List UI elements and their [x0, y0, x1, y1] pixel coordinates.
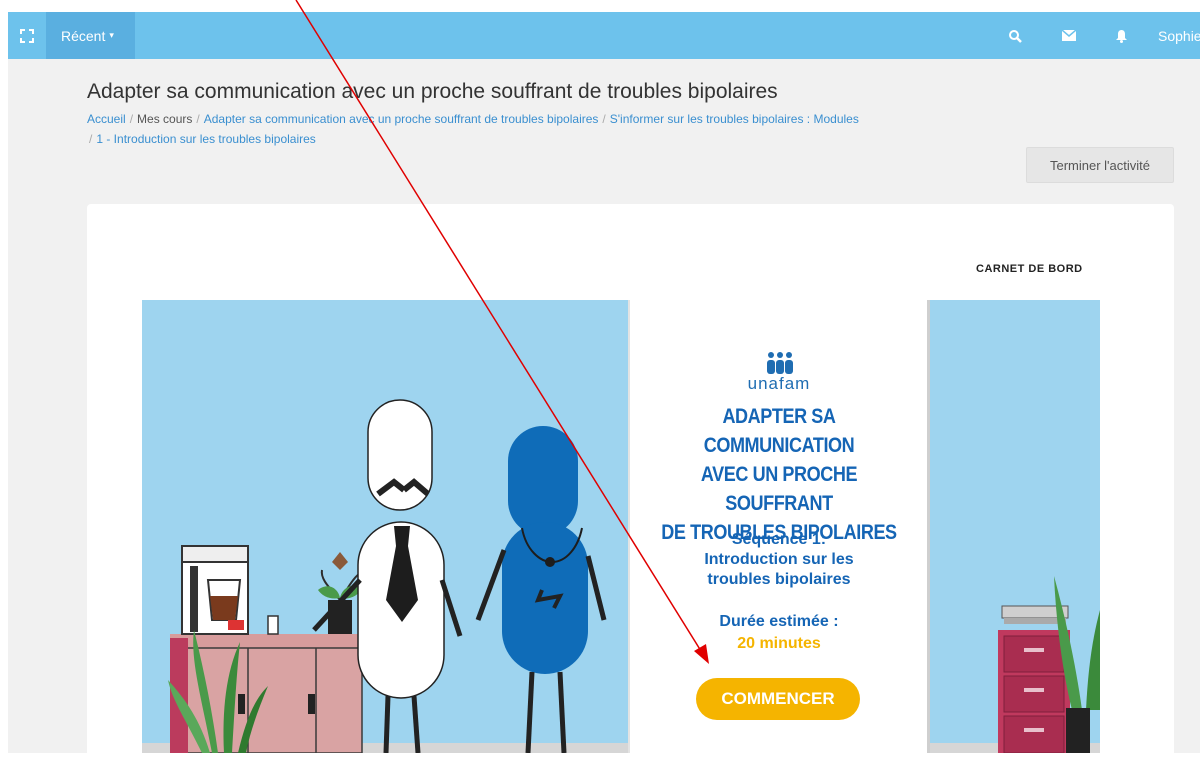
course-title-line: ADAPTER SA COMMUNICATION — [703, 405, 855, 457]
sequence-line: Séquence 1: — [731, 531, 827, 548]
course-title-line: AVEC UN PROCHE SOUFFRANT — [700, 463, 858, 515]
recent-menu-label: Récent — [61, 27, 106, 44]
course-illustration — [142, 300, 1100, 753]
sequence-line: troubles bipolaires — [707, 571, 851, 588]
breadcrumb-separator: / — [602, 112, 606, 126]
breadcrumb-section[interactable]: S'informer sur les troubles bipolaires :… — [610, 112, 859, 126]
logbook-link[interactable]: CARNET DE BORD — [976, 263, 1083, 275]
chevron-down-icon: ▾ — [109, 30, 114, 40]
bell-icon[interactable] — [1106, 12, 1136, 59]
breadcrumb: Accueil / Mes cours / Adapter sa communicati… — [87, 109, 1007, 149]
breadcrumb-my-courses: Mes cours — [137, 112, 193, 126]
brand-name: unafam — [747, 374, 811, 393]
envelope-icon[interactable] — [1054, 12, 1084, 59]
breadcrumb-activity[interactable]: 1 - Introduction sur les troubles bipola… — [96, 132, 315, 146]
breadcrumb-separator: / — [89, 132, 93, 146]
start-button[interactable]: COMMENCER — [696, 678, 860, 720]
expand-icon[interactable] — [8, 12, 46, 59]
breadcrumb-separator: / — [129, 112, 134, 126]
breadcrumb-course[interactable]: Adapter sa communication avec un proche … — [204, 112, 599, 126]
page-title: Adapter sa communication avec un proche … — [87, 80, 778, 103]
sequence-line: Introduction sur les — [704, 551, 854, 568]
top-navbar: Récent ▾ Sophie — [8, 12, 1200, 59]
course-title: ADAPTER SA COMMUNICATION AVEC UN PROCHE … — [649, 402, 909, 547]
finish-activity-button[interactable]: Terminer l'activité — [1026, 147, 1174, 183]
search-icon[interactable] — [1000, 12, 1030, 59]
breadcrumb-home[interactable]: Accueil — [87, 112, 126, 126]
duration-label: Durée estimée : — [719, 613, 839, 630]
breadcrumb-separator: / — [196, 112, 200, 126]
unafam-logo-icon — [767, 352, 793, 374]
recent-menu-button[interactable]: Récent ▾ — [46, 12, 135, 59]
sequence-info: Séquence 1: Introduction sur les trouble… — [628, 530, 930, 590]
brand-logo-text: unafam — [628, 374, 930, 394]
user-menu[interactable]: Sophie — [1158, 12, 1200, 59]
duration-value: 20 minutes — [737, 635, 821, 652]
